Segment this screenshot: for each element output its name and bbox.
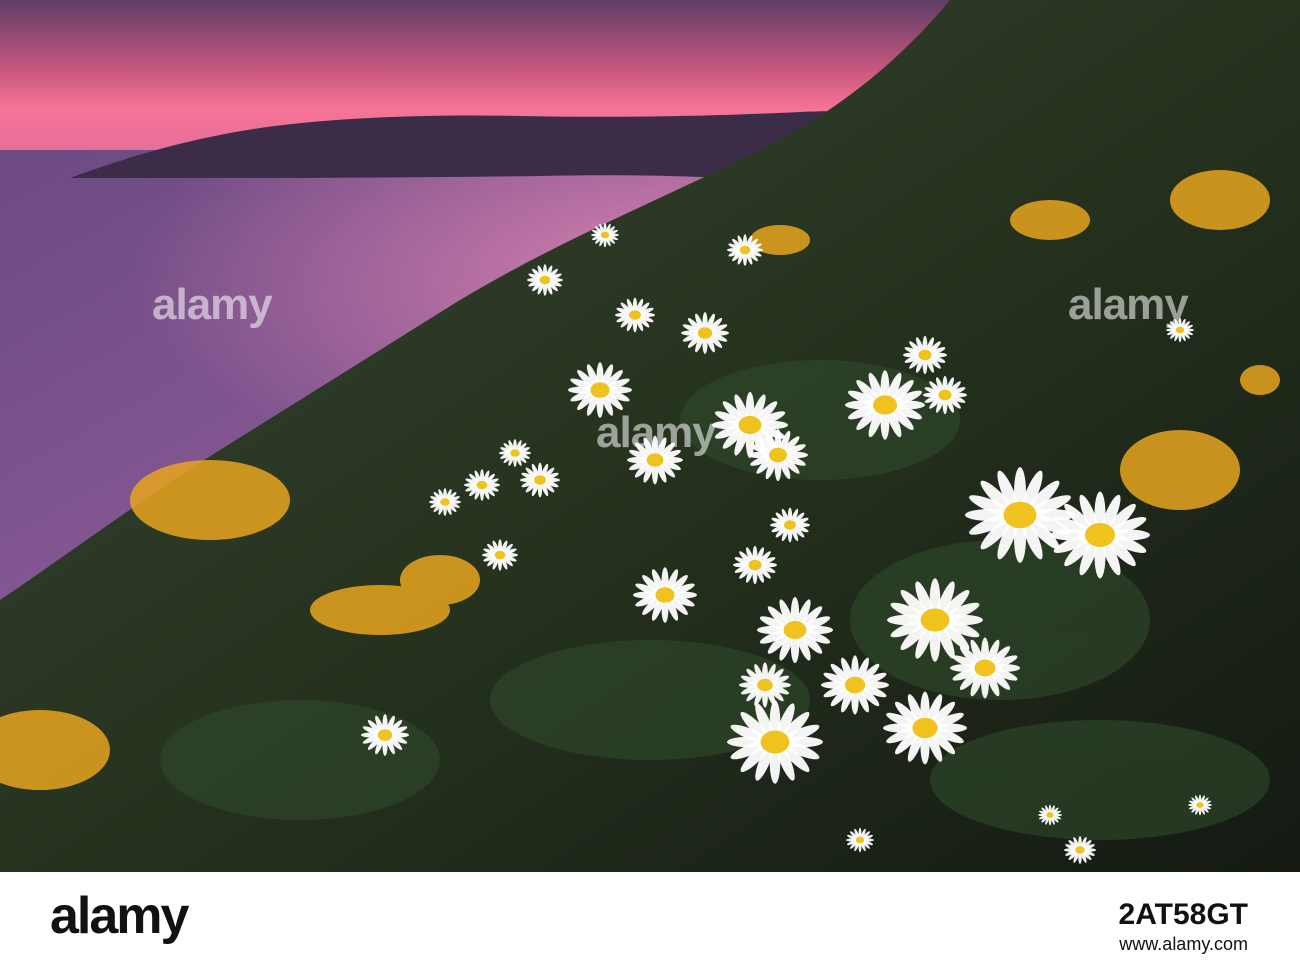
footer-bar: alamy 2AT58GT www.alamy.com	[0, 872, 1300, 961]
daisy-flower	[1038, 804, 1062, 826]
daisy-flower	[748, 428, 808, 482]
daisy-flower	[733, 545, 777, 585]
daisy-flower	[883, 691, 967, 765]
daisy-flower	[464, 469, 500, 501]
image-id: 2AT58GT	[1118, 898, 1248, 931]
daisy-flower	[633, 567, 697, 623]
daisy-flower	[726, 234, 764, 266]
daisy-flower	[756, 596, 834, 664]
daisy-flower	[499, 439, 531, 467]
daisy-flower	[845, 370, 925, 440]
daisy-flower	[626, 435, 684, 485]
daisy-flower	[482, 539, 518, 571]
daisy-flower	[526, 264, 564, 296]
daisy-flower	[886, 578, 984, 662]
daisy-flower	[726, 700, 824, 784]
daisy-flower	[591, 222, 619, 248]
daisy-flower	[1188, 794, 1212, 816]
daisy-flower	[903, 335, 947, 375]
daisy-flower	[739, 662, 791, 708]
daisy-flower	[1050, 491, 1150, 579]
daisy-flower	[520, 462, 560, 498]
daisy-flower	[770, 507, 810, 543]
daisy-flower	[360, 714, 410, 756]
daisy-flower	[1166, 317, 1194, 343]
site-url: www.alamy.com	[1119, 934, 1248, 954]
photo-coastal-daisies: alamy alamy alamy	[0, 0, 1300, 872]
daisy-flower	[615, 297, 655, 333]
alamy-logo: alamy	[50, 887, 189, 945]
daisy-flower	[568, 362, 632, 418]
daisy-flower	[821, 655, 889, 715]
daisy-flower	[1063, 836, 1097, 864]
daisy-flower	[846, 827, 874, 853]
scene-svg	[0, 0, 1300, 872]
daisy-flower	[429, 488, 461, 516]
daisy-flower	[923, 375, 967, 415]
daisy-flower	[681, 312, 729, 354]
daisy-flower	[950, 637, 1021, 699]
